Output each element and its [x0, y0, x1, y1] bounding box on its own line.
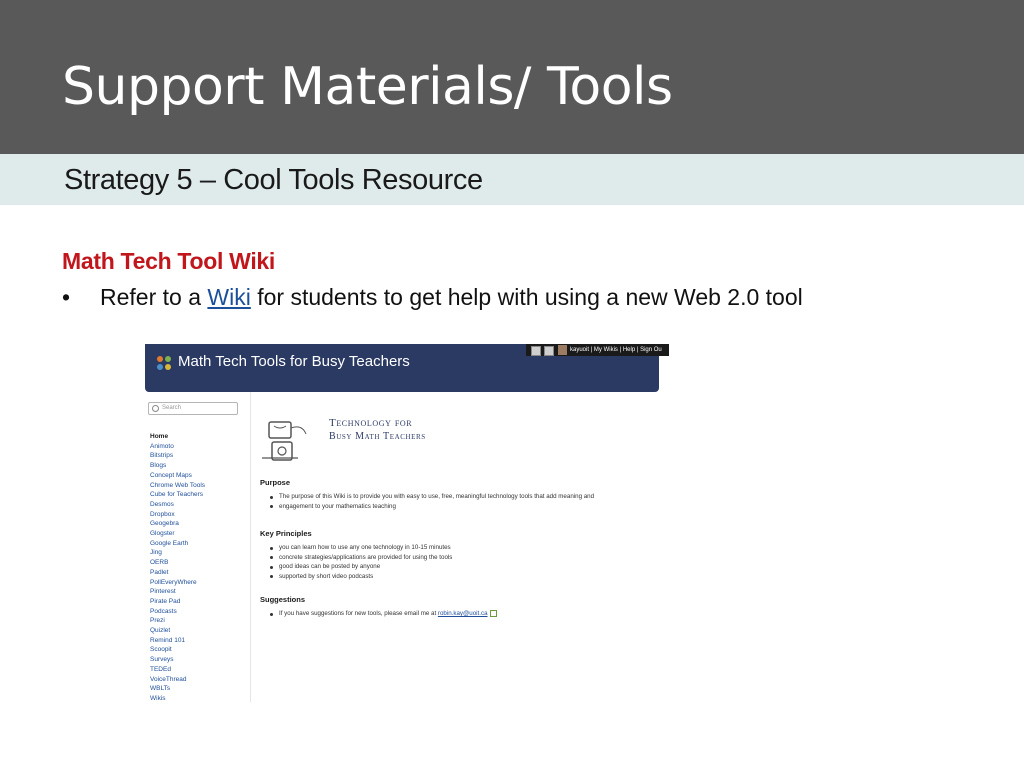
bullet-text-before: Refer to a	[100, 284, 208, 310]
list-item: concrete strategies/applications are pro…	[270, 553, 452, 563]
sidebar-item[interactable]: Chrome Web Tools	[150, 481, 205, 491]
slide-subtitle: Strategy 5 – Cool Tools Resource	[64, 164, 483, 196]
banner-line-2: Busy Math Teachers	[329, 431, 426, 442]
wiki-site-title[interactable]: Math Tech Tools for Busy Teachers	[178, 353, 410, 370]
sidebar-item[interactable]: TEDEd	[150, 665, 205, 675]
wiki-logo-icon	[157, 356, 171, 370]
sidebar-item[interactable]: Desmos	[150, 500, 205, 510]
user-menu: kayuoit | My Wikis | Help | Sign Ou	[570, 345, 662, 355]
username[interactable]: kayuoit	[570, 347, 589, 353]
bullet-marker: •	[62, 284, 71, 310]
separator: |	[590, 347, 593, 353]
sidebar-item[interactable]: Scoopit	[150, 645, 205, 655]
external-link-icon	[489, 609, 497, 617]
sidebar-item[interactable]: VoiceThread	[150, 675, 205, 685]
key-principles-list: you can learn how to use any one technol…	[270, 543, 452, 581]
sidebar-item[interactable]: Cube for Teachers	[150, 490, 205, 500]
sidebar-item[interactable]: Pinterest	[150, 587, 205, 597]
sidebar-item[interactable]: Blogs	[150, 461, 205, 471]
list-item: If you have suggestions for new tools, p…	[270, 609, 497, 619]
avatar[interactable]	[558, 345, 567, 355]
sidebar-item[interactable]: Bitstrips	[150, 451, 205, 461]
search-placeholder: Search	[162, 405, 182, 411]
grid-icon[interactable]	[531, 346, 541, 356]
search-input[interactable]: Search	[148, 402, 238, 415]
list-item: The purpose of this Wiki is to provide y…	[270, 492, 594, 502]
my-wikis-link[interactable]: My Wikis	[594, 347, 618, 353]
slide-title: Support Materials/ Tools	[62, 57, 673, 117]
wiki-link[interactable]: Wiki	[207, 284, 250, 310]
sidebar-item[interactable]: Remind 101	[150, 636, 205, 646]
sidebar-item[interactable]: Wikis	[150, 694, 205, 702]
wiki-nav: Home Animoto Bitstrips Blogs Concept Maps Chr…	[150, 432, 205, 702]
sidebar-item[interactable]: Glogster	[150, 529, 205, 539]
sidebar-item[interactable]: Surveys	[150, 655, 205, 665]
email-link[interactable]: robin.kay@uoit.ca	[438, 610, 488, 617]
banner-line-1: Technology for	[329, 417, 413, 429]
list-item: good ideas can be posted by anyone	[270, 562, 452, 572]
wiki-user-bar: kayuoit | My Wikis | Help | Sign Ou	[526, 344, 669, 356]
sidebar-item[interactable]: OERB	[150, 558, 205, 568]
computer-icon	[262, 421, 307, 461]
sidebar-item[interactable]: Pirate Pad	[150, 597, 205, 607]
section-heading: Math Tech Tool Wiki	[62, 248, 276, 274]
separator: |	[636, 347, 639, 353]
sidebar-item[interactable]: WBLTs	[150, 684, 205, 694]
purpose-title: Purpose	[260, 478, 291, 487]
sidebar-item[interactable]: Google Earth	[150, 539, 205, 549]
separator: |	[619, 347, 622, 353]
wiki-sidebar: Search Home Animoto Bitstrips Blogs Concept …	[145, 392, 251, 702]
sidebar-item[interactable]: PollEveryWhere	[150, 578, 205, 588]
suggestions-title: Suggestions	[260, 595, 306, 604]
sidebar-item[interactable]: Podcasts	[150, 607, 205, 617]
settings-icon[interactable]	[544, 346, 554, 356]
sidebar-item[interactable]: Prezi	[150, 616, 205, 626]
sidebar-item[interactable]: Concept Maps	[150, 471, 205, 481]
sidebar-item[interactable]: Home	[150, 432, 205, 442]
list-item: engagement to your mathematics teaching	[270, 502, 594, 512]
wiki-banner: Technology for Busy Math Teachers	[329, 416, 426, 444]
sidebar-item[interactable]: Padlet	[150, 568, 205, 578]
sign-out-link[interactable]: Sign Ou	[640, 347, 662, 353]
suggestions-list: If you have suggestions for new tools, p…	[270, 609, 497, 619]
help-link[interactable]: Help	[623, 347, 635, 353]
bullet-text-after: for students to get help with using a ne…	[250, 284, 803, 310]
sidebar-item[interactable]: Geogebra	[150, 519, 205, 529]
suggestions-text: If you have suggestions for new tools, p…	[279, 610, 438, 617]
sidebar-item[interactable]: Jing	[150, 548, 205, 558]
key-principles-title: Key Principles	[260, 529, 312, 538]
sidebar-item[interactable]: Animoto	[150, 442, 205, 452]
wiki-screenshot: Math Tech Tools for Busy Teachers kayuoi…	[145, 344, 669, 702]
purpose-list: The purpose of this Wiki is to provide y…	[270, 492, 594, 511]
bullet-item: • Refer to a Wiki for students to get hel…	[62, 282, 803, 312]
search-icon	[152, 405, 159, 412]
list-item: supported by short video podcasts	[270, 572, 452, 582]
sidebar-item[interactable]: Quizlet	[150, 626, 205, 636]
list-item: you can learn how to use any one technol…	[270, 543, 452, 553]
sidebar-item[interactable]: Dropbox	[150, 510, 205, 520]
